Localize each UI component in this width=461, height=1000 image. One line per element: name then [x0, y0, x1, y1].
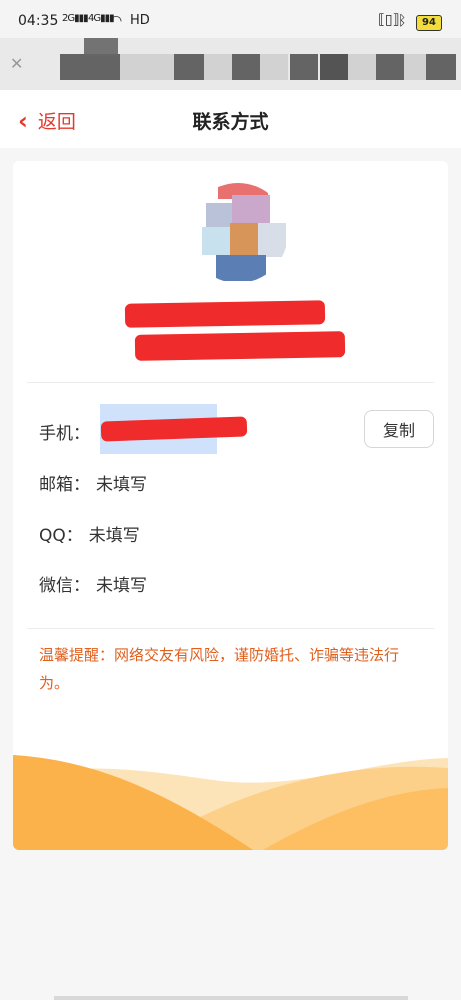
wechat-row: 微信： 未填写	[39, 571, 147, 596]
mosaic-block	[174, 54, 204, 80]
bluetooth-icon: ᛒ	[398, 13, 407, 29]
mosaic-block	[348, 54, 376, 80]
redaction-mark	[124, 300, 326, 328]
email-label: 邮箱：	[39, 475, 90, 495]
navigation-bar: ‹ 返回 联系方式	[0, 90, 461, 148]
mosaic-block	[376, 54, 404, 80]
wave-decoration	[13, 755, 448, 850]
blurred-banner: ✕	[0, 38, 461, 90]
redaction-mark	[134, 331, 346, 361]
signal-icon: 2G▮▮▮	[62, 13, 89, 24]
network-2g-label: 2G	[62, 13, 75, 24]
network-4g-label: 4G	[88, 13, 101, 24]
mosaic-block	[404, 54, 426, 80]
contact-card: 手机： 复制 邮箱： 未填写 QQ： 未填写 微信： 未填写 温馨提醒：网络交友有风险…	[13, 161, 448, 850]
wechat-label: 微信：	[39, 576, 90, 596]
mosaic-block	[120, 54, 174, 80]
avatar[interactable]	[188, 183, 288, 283]
qq-value: 未填写	[88, 526, 140, 546]
wifi-icon: ◠	[110, 13, 122, 29]
mosaic-block	[426, 54, 456, 80]
divider	[27, 628, 434, 629]
hd-label: HD	[130, 13, 150, 28]
mosaic-block	[320, 54, 348, 80]
phone-label: 手机：	[39, 424, 90, 444]
redaction-mark	[100, 416, 248, 442]
mosaic-block	[204, 54, 232, 80]
mosaic-block	[84, 38, 118, 56]
qq-label: QQ：	[39, 526, 83, 546]
close-icon[interactable]: ✕	[10, 54, 23, 73]
email-value: 未填写	[96, 475, 147, 495]
page-title: 联系方式	[192, 111, 269, 133]
mosaic-block	[290, 54, 318, 80]
divider	[27, 382, 434, 383]
vibrate-icon: ⟦▯⟧	[378, 12, 400, 28]
safety-tip: 温馨提醒：网络交友有风险，谨防婚托、诈骗等违法行为。	[39, 646, 400, 692]
phone-row: 手机：	[39, 419, 90, 444]
copy-button[interactable]: 复制	[364, 410, 434, 448]
mosaic-block	[232, 54, 260, 80]
battery-icon: 94	[416, 15, 442, 31]
email-row: 邮箱： 未填写	[39, 470, 147, 495]
status-time: 04:35	[18, 13, 59, 29]
qq-row: QQ： 未填写	[39, 521, 140, 546]
mosaic-block	[60, 54, 120, 80]
home-indicator	[54, 996, 408, 1000]
mosaic-block	[260, 54, 288, 80]
wechat-value: 未填写	[96, 576, 147, 596]
